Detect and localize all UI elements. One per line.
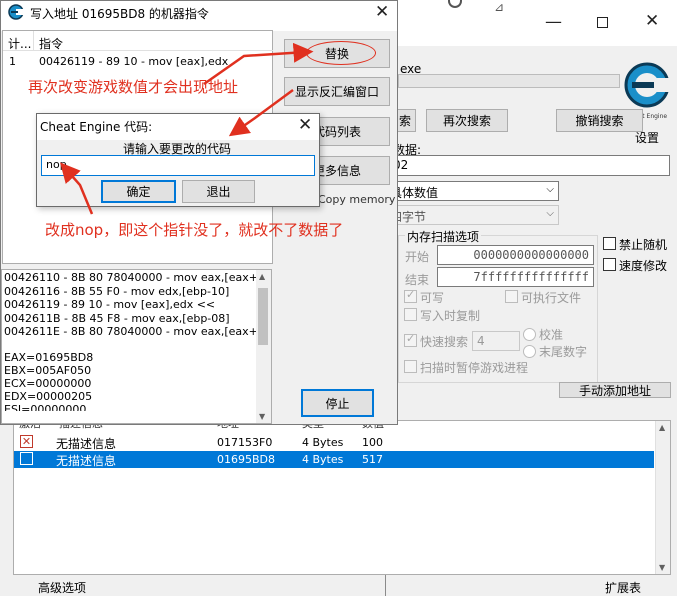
annotation-arrows — [60, 42, 314, 215]
arrow-to-dialog-icon — [228, 88, 294, 137]
arrow-to-replace-icon — [203, 42, 314, 86]
arrow-to-input-icon — [60, 162, 94, 215]
